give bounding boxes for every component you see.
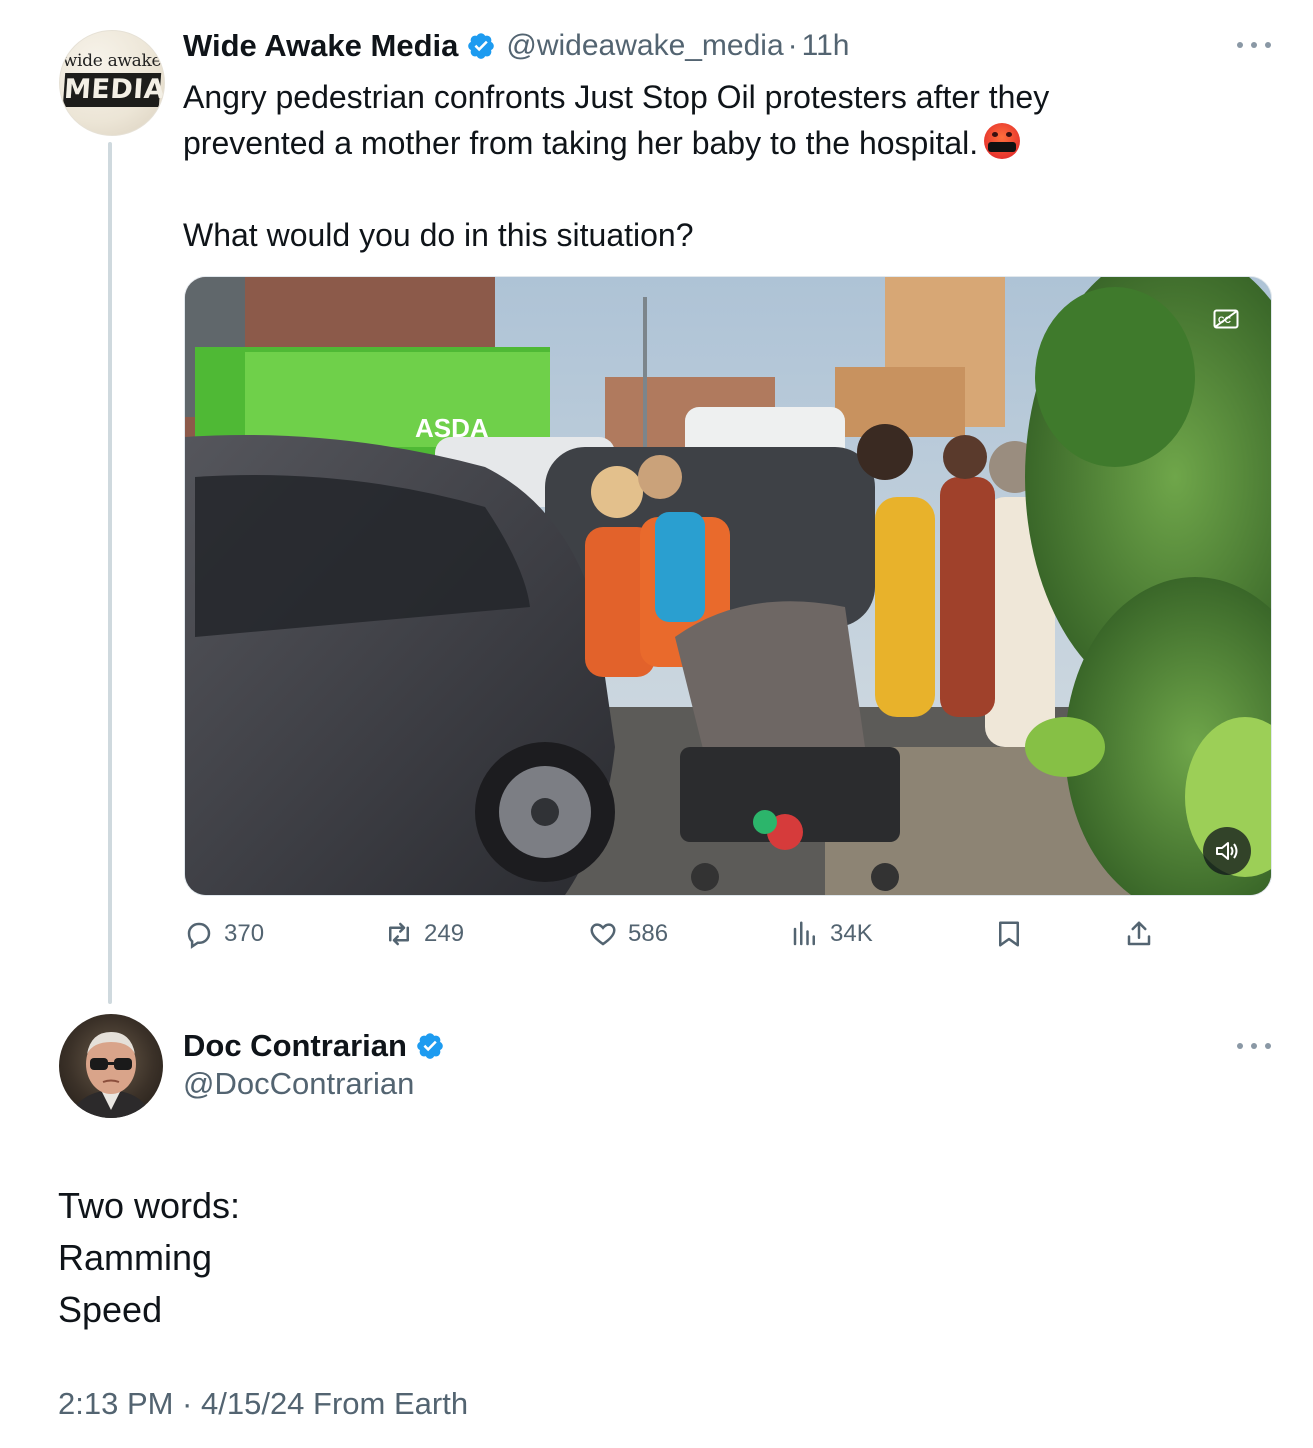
- separator-dot: ·: [787, 29, 798, 62]
- repost-button[interactable]: 249: [384, 914, 464, 954]
- like-button[interactable]: 586: [588, 914, 668, 954]
- more-icon[interactable]: [1237, 40, 1271, 50]
- bookmark-icon: [999, 921, 1019, 947]
- tweet-text-line: What would you do in this situation?: [183, 217, 694, 253]
- like-count: 586: [628, 920, 669, 947]
- avatar-wide-awake-media[interactable]: wide awake MEDIA: [59, 30, 165, 136]
- reply-icon: [187, 922, 211, 949]
- video-frame: ASDA: [185, 277, 1271, 895]
- avatar-logo-text: MEDIA: [62, 73, 165, 107]
- reply-header: Doc Contrarian: [183, 1024, 445, 1068]
- reply-text-line: Ramming: [58, 1237, 213, 1278]
- thread-line: [108, 142, 112, 1004]
- face-with-symbols-on-mouth-emoji: [984, 123, 1021, 159]
- video-player[interactable]: ASDA CC: [184, 276, 1272, 896]
- more-icon[interactable]: [1237, 1041, 1271, 1051]
- author-name[interactable]: Wide Awake Media: [183, 28, 458, 64]
- reply-text: Two words: Ramming Speed: [58, 1180, 240, 1336]
- sound-icon[interactable]: [1203, 827, 1251, 875]
- tweet-text: Angry pedestrian confronts Just Stop Oil…: [183, 74, 1273, 258]
- reply-author-name[interactable]: Doc Contrarian: [183, 1028, 407, 1064]
- tweet-text-line: prevented a mother from taking her baby …: [183, 125, 979, 161]
- reply-author-handle[interactable]: @DocContrarian: [183, 1066, 414, 1102]
- reply-text-line: Speed: [58, 1289, 163, 1330]
- avatar-portrait: [69, 1032, 153, 1118]
- author-handle[interactable]: @wideawake_media: [506, 29, 783, 63]
- bookmark-button[interactable]: [994, 914, 1024, 954]
- views-icon: [793, 921, 815, 946]
- tweet-time[interactable]: 11h: [802, 29, 850, 63]
- views-button[interactable]: 34K: [790, 914, 873, 954]
- repost-count: 249: [424, 920, 465, 947]
- verified-badge-icon: [417, 1033, 443, 1059]
- share-button[interactable]: [1124, 914, 1154, 954]
- tweet-text-line: Angry pedestrian confronts Just Stop Oil…: [183, 79, 1050, 115]
- views-count: 34K: [830, 920, 873, 947]
- avatar-logo-text: wide awake: [62, 51, 162, 71]
- reply-text-line: Two words:: [58, 1185, 241, 1226]
- tweet-header: Wide Awake Media @wideawake_media · 11h: [183, 24, 849, 68]
- verified-badge-icon: [468, 33, 495, 59]
- reply-button[interactable]: 370: [184, 914, 264, 954]
- cc-icon[interactable]: CC: [1213, 309, 1239, 329]
- like-icon: [590, 923, 616, 946]
- reply-count: 370: [224, 920, 265, 947]
- avatar-doc-contrarian[interactable]: [59, 1014, 163, 1118]
- reply-timestamp[interactable]: 2:13 PM · 4/15/24 From Earth: [58, 1386, 468, 1422]
- share-icon: [1127, 921, 1151, 946]
- repost-icon: [389, 922, 409, 946]
